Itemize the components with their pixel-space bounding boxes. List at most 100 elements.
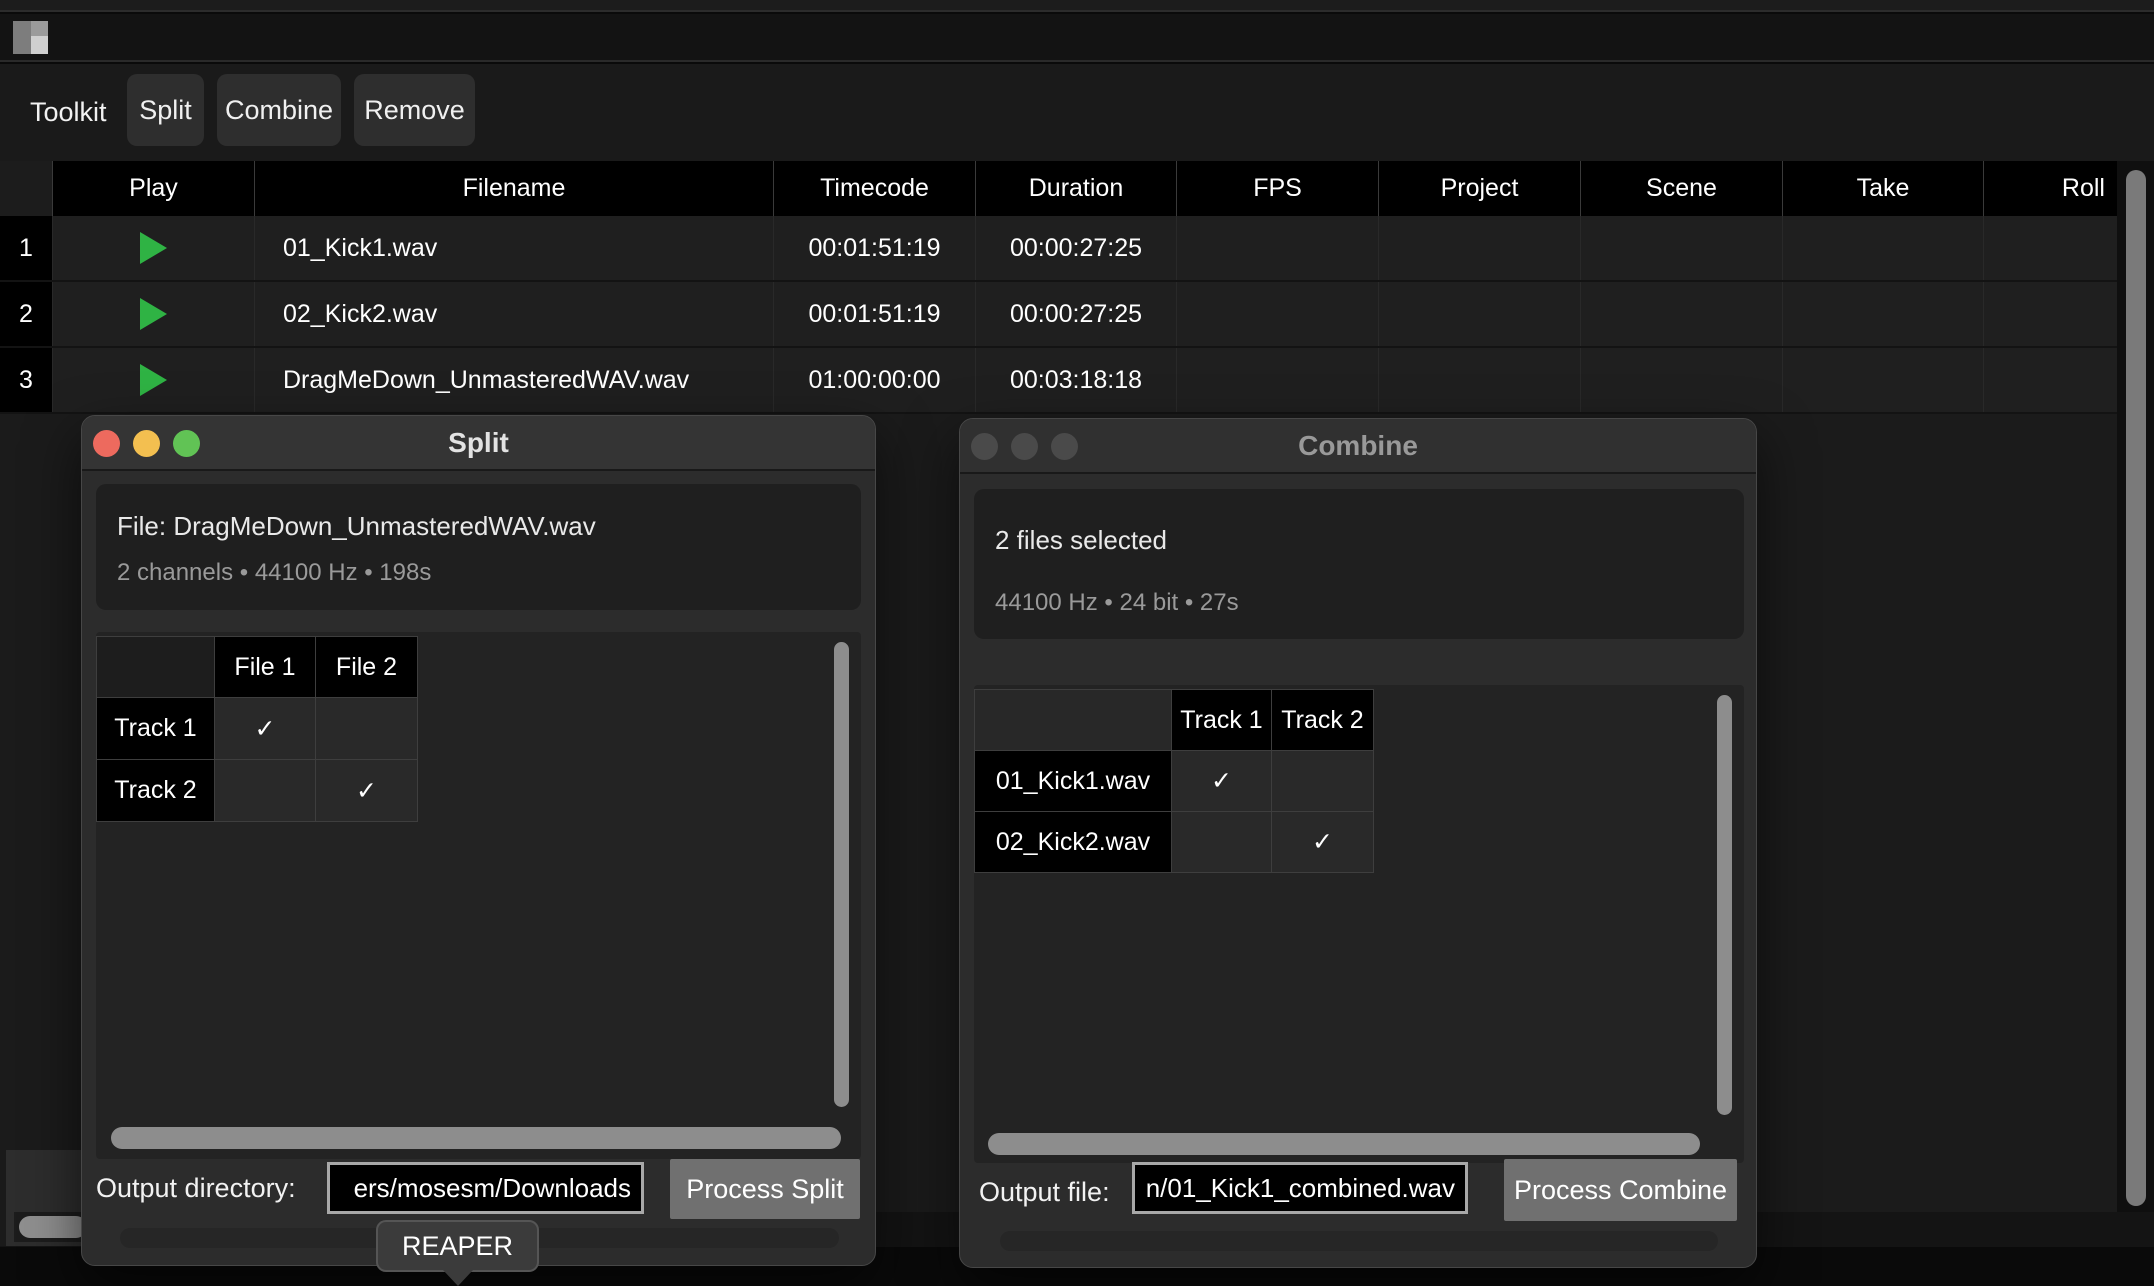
matrix-col-header: File 1 xyxy=(215,637,316,698)
column-header-timecode: Timecode xyxy=(773,161,975,216)
timecode-cell: 01:00:00:00 xyxy=(773,348,975,412)
matrix-col-header: Track 2 xyxy=(1272,690,1374,751)
combine-button[interactable]: Combine xyxy=(217,74,341,146)
matrix-check-cell[interactable] xyxy=(316,698,418,760)
matrix-check-cell[interactable]: ✓ xyxy=(1272,812,1374,873)
combine-routing-matrix: Track 1 Track 2 01_Kick1.wav ✓ 02_Kick2.… xyxy=(974,685,1744,1163)
matrix-row-header: Track 1 xyxy=(97,698,215,760)
matrix-header-row: File 1 File 2 xyxy=(97,637,418,698)
matrix-row: 01_Kick1.wav ✓ xyxy=(975,751,1374,812)
column-header-project: Project xyxy=(1378,161,1580,216)
combine-file-info: 2 files selected xyxy=(995,525,1167,556)
app-icon-quadrant xyxy=(31,36,48,54)
matrix-vertical-scrollbar-thumb[interactable] xyxy=(834,642,849,1107)
split-dialog: Split File: DragMeDown_UnmasteredWAV.wav… xyxy=(81,415,876,1266)
matrix-vertical-scrollbar-thumb[interactable] xyxy=(1717,695,1732,1115)
fps-cell xyxy=(1176,216,1378,280)
play-cell[interactable] xyxy=(52,348,254,412)
scene-cell xyxy=(1580,216,1782,280)
column-header-duration: Duration xyxy=(975,161,1176,216)
vertical-scrollbar-thumb[interactable] xyxy=(2126,170,2146,1206)
table-row[interactable]: 2 02_Kick2.wav 00:01:51:19 00:00:27:25 xyxy=(0,282,2117,348)
row-number: 3 xyxy=(0,348,52,412)
app-icon-quadrant xyxy=(31,21,48,36)
combine-dialog: Combine 2 files selected 44100 Hz • 24 b… xyxy=(959,418,1757,1268)
play-cell[interactable] xyxy=(52,216,254,280)
matrix-row-header: 02_Kick2.wav xyxy=(975,812,1172,873)
zoom-icon[interactable] xyxy=(1051,433,1078,460)
matrix-corner-cell xyxy=(97,637,215,698)
play-cell[interactable] xyxy=(52,282,254,346)
output-file-input[interactable] xyxy=(1132,1162,1468,1214)
fps-cell xyxy=(1176,282,1378,346)
matrix-check-cell[interactable] xyxy=(1272,751,1374,812)
scene-cell xyxy=(1580,282,1782,346)
matrix-check-cell[interactable]: ✓ xyxy=(1172,751,1272,812)
table-row[interactable]: 1 01_Kick1.wav 00:01:51:19 00:00:27:25 xyxy=(0,216,2117,282)
titlebar-row xyxy=(0,14,2154,62)
split-button[interactable]: Split xyxy=(127,74,204,146)
matrix-check-cell[interactable] xyxy=(215,760,316,822)
minimize-icon[interactable] xyxy=(133,430,160,457)
filename-cell: DragMeDown_UnmasteredWAV.wav xyxy=(254,348,773,412)
matrix-row-header: Track 2 xyxy=(97,760,215,822)
horizontal-scrollbar-thumb[interactable] xyxy=(19,1216,87,1238)
filename-cell: 02_Kick2.wav xyxy=(254,282,773,346)
play-icon[interactable] xyxy=(140,364,167,396)
process-split-button[interactable]: Process Split xyxy=(670,1159,860,1219)
split-routing-matrix: File 1 File 2 Track 1 ✓ Track 2 ✓ xyxy=(96,632,861,1159)
take-cell xyxy=(1782,348,1983,412)
matrix-row: 02_Kick2.wav ✓ xyxy=(975,812,1374,873)
combine-file-meta: 44100 Hz • 24 bit • 27s xyxy=(995,589,1239,617)
output-directory-input[interactable] xyxy=(327,1162,644,1214)
column-header-fps: FPS xyxy=(1176,161,1378,216)
background-panel xyxy=(0,1150,92,1246)
matrix-horizontal-scrollbar-thumb[interactable] xyxy=(111,1127,841,1149)
column-header-roll: Roll xyxy=(1983,161,2117,216)
app-icon xyxy=(13,21,48,54)
split-file-meta: 2 channels • 44100 Hz • 198s xyxy=(117,559,431,587)
tooltip-tail xyxy=(443,1270,473,1286)
combine-dialog-bottom-scrollbar[interactable] xyxy=(1000,1231,1718,1251)
zoom-icon[interactable] xyxy=(173,430,200,457)
table-row[interactable]: 3 DragMeDown_UnmasteredWAV.wav 01:00:00:… xyxy=(0,348,2117,414)
split-dialog-titlebar[interactable]: Split xyxy=(82,416,875,471)
play-icon[interactable] xyxy=(140,298,167,330)
split-matrix-table: File 1 File 2 Track 1 ✓ Track 2 ✓ xyxy=(96,636,418,822)
column-header-play: Play xyxy=(52,161,254,216)
file-table: Play Filename Timecode Duration FPS Proj… xyxy=(0,161,2117,414)
table-header-row: Play Filename Timecode Duration FPS Proj… xyxy=(0,161,2117,216)
timecode-cell: 00:01:51:19 xyxy=(773,282,975,346)
minimize-icon[interactable] xyxy=(1011,433,1038,460)
column-header-scene: Scene xyxy=(1580,161,1782,216)
row-number: 1 xyxy=(0,216,52,280)
combine-dialog-titlebar[interactable]: Combine xyxy=(960,419,1756,474)
close-icon[interactable] xyxy=(971,433,998,460)
close-icon[interactable] xyxy=(93,430,120,457)
header-corner-cell xyxy=(0,161,52,216)
combine-file-info-panel: 2 files selected 44100 Hz • 24 bit • 27s xyxy=(974,489,1744,639)
window-top-edge xyxy=(0,0,2154,12)
play-icon[interactable] xyxy=(140,232,167,264)
remove-button[interactable]: Remove xyxy=(354,74,475,146)
output-file-label: Output file: xyxy=(979,1177,1110,1208)
vertical-scrollbar-track[interactable] xyxy=(2117,161,2154,1212)
matrix-col-header: Track 1 xyxy=(1172,690,1272,751)
fps-cell xyxy=(1176,348,1378,412)
column-header-filename: Filename xyxy=(254,161,773,216)
matrix-check-cell[interactable] xyxy=(1172,812,1272,873)
matrix-horizontal-scrollbar-thumb[interactable] xyxy=(988,1133,1700,1155)
duration-cell: 00:03:18:18 xyxy=(975,348,1176,412)
process-combine-button[interactable]: Process Combine xyxy=(1504,1159,1737,1221)
toolbar: Toolkit Split Combine Remove xyxy=(0,64,2154,161)
matrix-corner-cell xyxy=(975,690,1172,751)
toolkit-menu-label[interactable]: Toolkit xyxy=(30,64,107,161)
matrix-col-header: File 2 xyxy=(316,637,418,698)
column-header-take: Take xyxy=(1782,161,1983,216)
take-cell xyxy=(1782,282,1983,346)
project-cell xyxy=(1378,348,1580,412)
filename-cell: 01_Kick1.wav xyxy=(254,216,773,280)
matrix-check-cell[interactable]: ✓ xyxy=(215,698,316,760)
matrix-check-cell[interactable]: ✓ xyxy=(316,760,418,822)
split-dialog-title: Split xyxy=(82,416,875,469)
